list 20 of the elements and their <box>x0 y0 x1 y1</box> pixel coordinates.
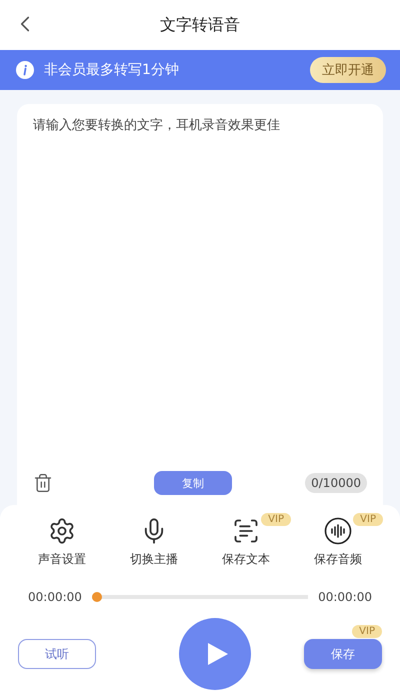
vip-badge: VIP <box>261 513 291 526</box>
text-scan-icon <box>232 517 260 545</box>
tool-button[interactable]: 切换主播 <box>111 517 197 568</box>
character-count: 0/10000 <box>305 473 367 493</box>
vip-badge: VIP <box>352 625 382 638</box>
info-icon <box>16 61 34 79</box>
preview-button[interactable]: 试听 <box>18 639 96 669</box>
page-title: 文字转语音 <box>160 14 240 36</box>
sound-wave-icon <box>324 517 352 545</box>
progress-thumb[interactable] <box>92 592 102 602</box>
subscribe-button[interactable]: 立即开通 <box>310 57 386 83</box>
text-input[interactable]: 请输入您要转换的文字，耳机录音效果更佳 <box>17 104 383 471</box>
delete-button[interactable] <box>33 473 53 493</box>
total-time: 00:00:00 <box>318 590 372 604</box>
settings-icon <box>48 517 76 545</box>
tool-button[interactable]: 声音设置 <box>19 517 105 568</box>
elapsed-time: 00:00:00 <box>28 590 82 604</box>
notice-text: 非会员最多转写1分钟 <box>44 61 180 79</box>
vip-badge: VIP <box>353 513 383 526</box>
progress-track[interactable] <box>92 592 308 602</box>
